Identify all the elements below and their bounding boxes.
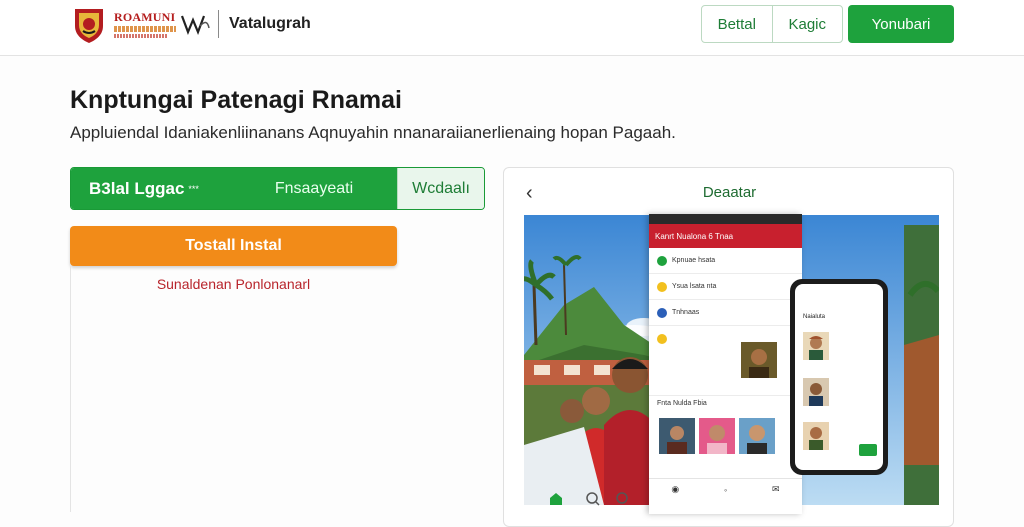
phone-status-bar — [649, 214, 802, 224]
chat-icon[interactable]: ✉ — [772, 484, 780, 495]
phone-app-header-label: Kanrt Nualona 6 Tnaa — [655, 231, 734, 241]
thumbnail[interactable] — [739, 418, 775, 454]
phone-small-screen: Naialuta — [795, 284, 883, 470]
tab-secondary[interactable]: Fnsaayeati — [231, 168, 397, 209]
logo-subtitle-decoration — [114, 26, 176, 32]
app-preview-panel: ‹ Deaatar Kanrt Nualona 6 Tnaa Kpnuae hs… — [503, 167, 954, 527]
tab-primary-label: B3lal Lggac — [89, 178, 185, 198]
list-item-label: Ysua lsata nta — [672, 283, 717, 290]
phone-small-action-button[interactable] — [859, 444, 877, 456]
phone-mockup-small: Naialuta — [790, 279, 888, 475]
site-title[interactable]: Vatalugrah — [229, 15, 311, 33]
profile-icon[interactable]: ◉ — [671, 484, 679, 495]
list-item[interactable]: Tnhnaas — [649, 300, 802, 326]
logo-mark-icon — [180, 15, 210, 35]
logo-divider — [218, 10, 219, 38]
list-item-label: Tnhnaas — [672, 309, 700, 316]
chat-icon — [616, 492, 628, 504]
tab-primary-sup: *** — [188, 183, 199, 194]
search-icon[interactable]: ◦ — [724, 485, 727, 495]
emblem-icon[interactable] — [72, 6, 106, 44]
thumbnail[interactable] — [659, 418, 695, 454]
option-tabbar: B3lal Lggac *** Fnsaayeati Wcdaalı — [70, 167, 485, 210]
page-description: Appluiendal Idaniakenliinanans Aqnuyahin… — [70, 123, 676, 142]
install-button[interactable]: Tostall Instal — [70, 226, 397, 266]
header-button-2[interactable]: Kagic — [771, 6, 843, 42]
thumbnail[interactable] — [741, 342, 777, 378]
phone-app-header: Kanrt Nualona 6 Tnaa — [649, 224, 802, 248]
list-item-label: Kpnuae hsata — [672, 257, 716, 264]
tab-tertiary[interactable]: Wcdaalı — [397, 168, 484, 209]
logo-subtitle-decoration-2 — [114, 34, 168, 38]
header-button-1[interactable]: Bettal — [702, 6, 772, 42]
avatar — [657, 281, 667, 292]
list-item[interactable]: Ysua lsata nta — [649, 274, 802, 300]
thumbnail[interactable] — [699, 418, 735, 454]
install-note-link[interactable]: Sunaldenan Ponlonanarl — [70, 276, 397, 292]
page-title: Knptungai Patenagi Rnamai — [70, 86, 402, 114]
preview-bottom-nav — [550, 492, 628, 506]
left-panel-border — [70, 266, 71, 512]
search-icon — [586, 492, 598, 504]
preview-title: Deaatar — [702, 184, 757, 201]
logo-wordmark[interactable]: ROAMUNI — [114, 10, 175, 25]
header-button-group: Bettal Kagic — [701, 5, 843, 43]
avatar — [657, 307, 667, 318]
list-item[interactable] — [649, 326, 802, 396]
list-item[interactable]: Kpnuae hsata — [649, 248, 802, 274]
top-header: ROAMUNI Vatalugrah Bettal Kagic Yonubari — [0, 0, 1024, 56]
avatar[interactable] — [803, 332, 829, 360]
phone-bottom-nav: ◉ ◦ ✉ — [649, 478, 802, 500]
avatar — [657, 255, 667, 266]
avatar[interactable] — [803, 422, 829, 450]
tab-primary[interactable]: B3lal Lggac *** — [71, 168, 231, 209]
avatar[interactable] — [803, 378, 829, 406]
avatar — [657, 334, 667, 344]
home-icon — [550, 493, 562, 505]
phone-small-header: Naialuta — [803, 314, 826, 320]
phone-section-title: Fnta Nulda Fbia — [657, 400, 707, 407]
header-primary-button[interactable]: Yonubari — [848, 5, 954, 43]
phone-mockup-large: Kanrt Nualona 6 Tnaa Kpnuae hsata Ysua l… — [649, 214, 802, 514]
